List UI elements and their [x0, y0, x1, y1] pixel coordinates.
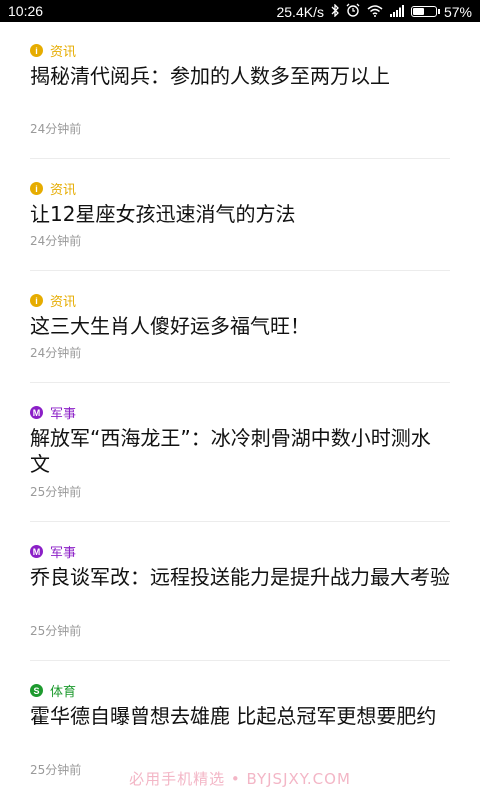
bluetooth-icon: [331, 2, 339, 20]
article-title[interactable]: 霍华德自曝曾想去雄鹿 比起总冠军更想要肥约: [30, 703, 450, 729]
status-bar: 10:26 25.4K/s 57%: [0, 0, 480, 22]
signal-icon: [389, 4, 404, 20]
news-category-icon: i: [30, 182, 43, 195]
category-tag: M 军事: [30, 542, 76, 561]
sports-category-icon: S: [30, 684, 43, 697]
network-speed: 25.4K/s: [276, 3, 324, 20]
military-category-icon: M: [30, 545, 43, 558]
category-tag: S 体育: [30, 681, 76, 700]
feed-item[interactable]: M 军事 乔良谈军改：远程投送能力是提升战力最大考验 25分钟前: [30, 522, 450, 661]
article-title[interactable]: 乔良谈军改：远程投送能力是提升战力最大考验: [30, 564, 450, 590]
battery-icon: [410, 6, 440, 17]
category-label: 资讯: [50, 295, 77, 310]
article-time: 24分钟前: [30, 234, 82, 248]
article-title[interactable]: 这三大生肖人傻好运多福气旺！: [30, 313, 450, 339]
news-feed: i 资讯 揭秘清代阅兵：参加的人数多至两万以上 24分钟前 i 资讯 让12星座…: [0, 22, 480, 800]
category-label: 军事: [50, 407, 77, 422]
category-tag: i 资讯: [30, 291, 76, 310]
feed-item[interactable]: M 军事 解放军“西海龙王”：冰冷刺骨湖中数小时测水文 25分钟前: [30, 383, 450, 522]
category-tag: i 资讯: [30, 179, 76, 198]
article-title[interactable]: 让12星座女孩迅速消气的方法: [30, 201, 450, 227]
status-time: 10:26: [8, 3, 44, 19]
article-time: 24分钟前: [30, 122, 82, 136]
alarm-icon: [346, 3, 360, 20]
watermark: 必用手机精选 • BYJSJXY.COM: [129, 770, 351, 788]
battery-percent: 57%: [443, 3, 472, 20]
article-time: 25分钟前: [30, 624, 82, 638]
category-label: 军事: [50, 546, 77, 561]
status-icons: 25.4K/s 57%: [276, 2, 472, 20]
news-category-icon: i: [30, 294, 43, 307]
feed-item[interactable]: i 资讯 这三大生肖人傻好运多福气旺！ 24分钟前: [30, 271, 450, 383]
battery-level: [412, 8, 425, 15]
wifi-icon: [367, 4, 383, 20]
article-time: 25分钟前: [30, 485, 82, 499]
feed-item[interactable]: i 资讯 让12星座女孩迅速消气的方法 24分钟前: [30, 159, 450, 271]
military-category-icon: M: [30, 406, 43, 419]
article-time: 24分钟前: [30, 346, 82, 360]
category-tag: M 军事: [30, 403, 76, 422]
category-label: 资讯: [50, 45, 77, 60]
category-tag: i 资讯: [30, 41, 76, 60]
feed-item[interactable]: i 资讯 揭秘清代阅兵：参加的人数多至两万以上 24分钟前: [30, 22, 450, 159]
category-label: 资讯: [50, 183, 77, 198]
article-title[interactable]: 揭秘清代阅兵：参加的人数多至两万以上: [30, 63, 450, 89]
article-title[interactable]: 解放军“西海龙王”：冰冷刺骨湖中数小时测水文: [30, 425, 450, 477]
category-label: 体育: [50, 685, 77, 700]
news-category-icon: i: [30, 44, 43, 57]
